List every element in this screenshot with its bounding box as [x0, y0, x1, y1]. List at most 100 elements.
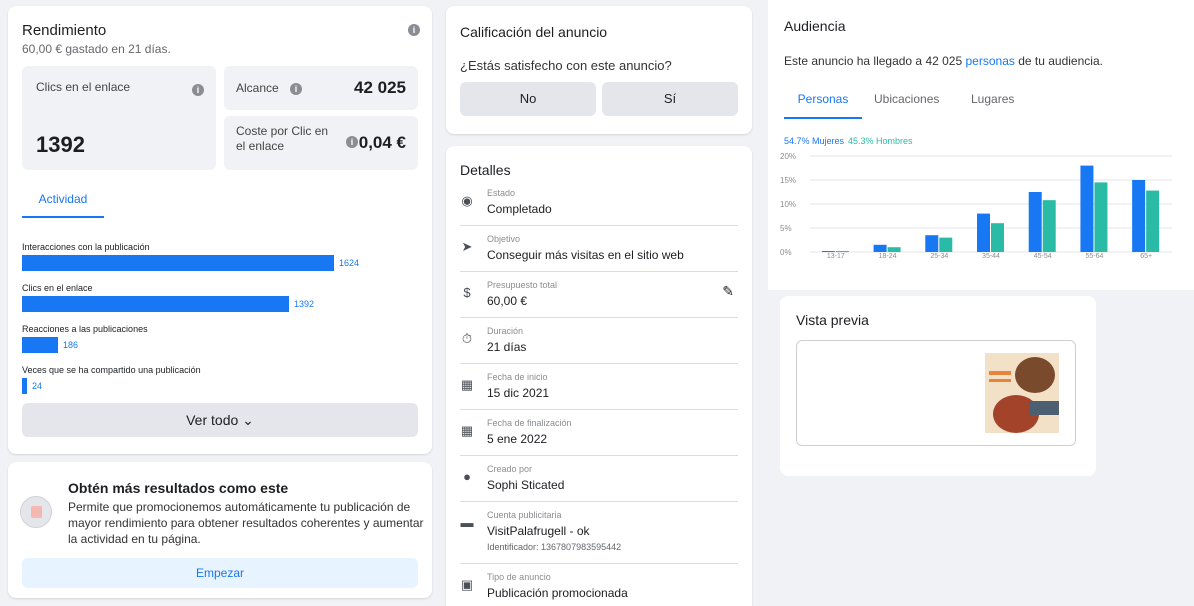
- activity-bar-row: Clics en el enlace 1392: [22, 283, 422, 312]
- metric-value: 0,04 €: [358, 133, 406, 152]
- account-id: Identificador: 1367807983595442: [487, 542, 622, 552]
- person-icon: ●: [463, 469, 471, 484]
- chart-bar-mujeres: [1028, 192, 1042, 252]
- detail-label: Cuenta publicitaria: [487, 510, 562, 520]
- info-icon[interactable]: i: [346, 136, 358, 148]
- pencil-icon[interactable]: ✎: [722, 283, 734, 300]
- card-icon: ▬: [460, 515, 474, 530]
- chart-bar-hombres: [1094, 182, 1108, 252]
- metric-alcance: Alcance i 42 025: [224, 66, 418, 110]
- dollar-icon: $: [463, 285, 471, 300]
- x-tick-label: 55-64: [1085, 253, 1103, 260]
- y-tick-label: 0%: [780, 248, 792, 257]
- desc-text: de tu audiencia.: [1018, 54, 1103, 68]
- bar-label: Veces que se ha compartido una publicaci…: [22, 365, 201, 375]
- chart-bar-mujeres: [873, 244, 887, 252]
- y-tick-label: 10%: [780, 200, 796, 209]
- empezar-button[interactable]: Empezar: [22, 558, 418, 588]
- y-tick-label: 15%: [780, 176, 796, 185]
- calificacion-question: ¿Estás satisfecho con este anuncio?: [460, 58, 672, 73]
- chevron-down-icon: ⌄: [242, 412, 254, 428]
- detalles-title: Detalles: [460, 162, 511, 178]
- tab-lugares[interactable]: Lugares: [971, 92, 1014, 106]
- detail-row-tipo: ▣ Tipo de anuncio Publicación promociona…: [460, 572, 738, 606]
- metric-value: 1392: [36, 132, 85, 157]
- detail-label: Fecha de inicio: [487, 372, 548, 382]
- rendimiento-subtitle: 60,00 € gastado en 21 días.: [22, 42, 171, 56]
- activity-bar: [22, 296, 289, 312]
- chart-bar-mujeres: [977, 213, 990, 252]
- chart-bar-hombres: [939, 237, 953, 252]
- detail-value: Conseguir más visitas en el sitio web: [487, 248, 684, 262]
- chart-bar-hombres: [835, 251, 849, 253]
- ver-todo-label: Ver todo: [186, 412, 239, 428]
- metric-coste-por-clic: Coste por Clic en el enlace i 0,04 €: [224, 116, 418, 170]
- metric-label: Coste por Clic en el enlace: [236, 124, 329, 153]
- detail-row-fecha-inicio: ▦ Fecha de inicio 15 dic 2021: [460, 372, 738, 410]
- detail-value: Sophi Sticated: [487, 478, 565, 492]
- chart-bar-mujeres: [821, 251, 835, 253]
- chart-bar-hombres: [991, 223, 1004, 252]
- legend-men: 45.3% Hombres: [848, 136, 913, 146]
- boost-icon: [20, 496, 52, 528]
- age-gender-chart: 0% 5% 10% 15% 20% 13-17 18-24 25-34 35-44 45-54 55…: [780, 152, 1172, 260]
- bar-value: 24: [32, 381, 43, 391]
- tab-actividad[interactable]: Actividad: [22, 192, 104, 218]
- detail-row-cuenta: ▬ Cuenta publicitaria VisitPalafrugell -…: [460, 510, 738, 564]
- info-icon[interactable]: i: [290, 83, 302, 95]
- calificacion-title: Calificación del anuncio: [460, 24, 608, 40]
- activity-bar-row: Reacciones a las publicaciones 186: [22, 324, 422, 353]
- ad-type-icon: ▣: [460, 577, 474, 592]
- chart-bar-mujeres: [1132, 180, 1146, 252]
- chart-bar-hombres: [887, 247, 901, 252]
- ver-todo-button[interactable]: Ver todo ⌄: [22, 403, 418, 437]
- detail-label: Creado por: [487, 464, 533, 474]
- detail-value: 5 ene 2022: [487, 432, 548, 446]
- personas-link[interactable]: personas: [966, 54, 1015, 68]
- si-button[interactable]: Sí: [602, 82, 738, 116]
- y-tick-label: 20%: [780, 152, 796, 161]
- tab-personas[interactable]: Personas: [784, 92, 862, 119]
- detail-value: Publicación promocionada: [487, 586, 628, 600]
- tab-ubicaciones[interactable]: Ubicaciones: [874, 92, 939, 106]
- detail-row-duracion: ⏱ Duración 21 días: [460, 326, 738, 364]
- detail-value: 21 días: [487, 340, 527, 354]
- detail-value: 15 dic 2021: [487, 386, 550, 400]
- rendimiento-title: Rendimiento: [22, 22, 107, 39]
- metric-label: Clics en el enlace: [36, 80, 131, 94]
- bar-label: Interacciones con la publicación: [22, 242, 150, 252]
- ad-thumbnail: [985, 353, 1059, 433]
- audiencia-title: Audiencia: [784, 18, 846, 34]
- bar-label: Reacciones a las publicaciones: [22, 324, 148, 334]
- preview-frame[interactable]: [796, 340, 1076, 446]
- info-icon[interactable]: i: [408, 24, 420, 36]
- chart-bar-hombres: [1146, 190, 1160, 252]
- x-tick-label: 35-44: [982, 253, 1000, 260]
- x-tick-label: 13-17: [827, 253, 845, 260]
- info-icon[interactable]: i: [192, 84, 204, 96]
- detail-label: Presupuesto total: [487, 280, 558, 290]
- bar-value: 1624: [339, 258, 360, 268]
- detail-row-objetivo: ➤ Objetivo Conseguir más visitas en el s…: [460, 234, 738, 272]
- chart-bar-mujeres: [1080, 165, 1094, 252]
- obten-description: Permite que promocionemos automáticament…: [68, 500, 424, 546]
- detail-row-creado-por: ● Creado por Sophi Sticated: [460, 464, 738, 502]
- metric-value: 42 025: [354, 78, 406, 97]
- metric-clics-enlace: Clics en el enlace i 1392: [22, 66, 216, 170]
- calificacion-card: Calificación del anuncio ¿Estás satisfec…: [446, 6, 752, 134]
- x-tick-label: 45-54: [1034, 253, 1052, 260]
- activity-bar-row: Interacciones con la publicación 1624: [22, 242, 422, 271]
- cursor-icon: ➤: [461, 239, 473, 254]
- detail-label: Objetivo: [487, 234, 521, 244]
- detail-label: Fecha de finalización: [487, 418, 572, 428]
- bar-label: Clics en el enlace: [22, 283, 93, 293]
- x-tick-label: 25-34: [930, 253, 948, 260]
- audiencia-description: Este anuncio ha llegado a 42 025 persona…: [784, 54, 1103, 68]
- detail-row-fecha-fin: ▦ Fecha de finalización 5 ene 2022: [460, 418, 738, 456]
- vista-previa-card: Vista previa: [780, 296, 1096, 476]
- calendar-icon: ▦: [460, 423, 474, 438]
- detail-label: Tipo de anuncio: [487, 572, 551, 582]
- detail-label: Duración: [487, 326, 524, 336]
- detalles-card: Detalles ◉ Estado Completado ➤ Objetivo …: [446, 146, 752, 606]
- no-button[interactable]: No: [460, 82, 596, 116]
